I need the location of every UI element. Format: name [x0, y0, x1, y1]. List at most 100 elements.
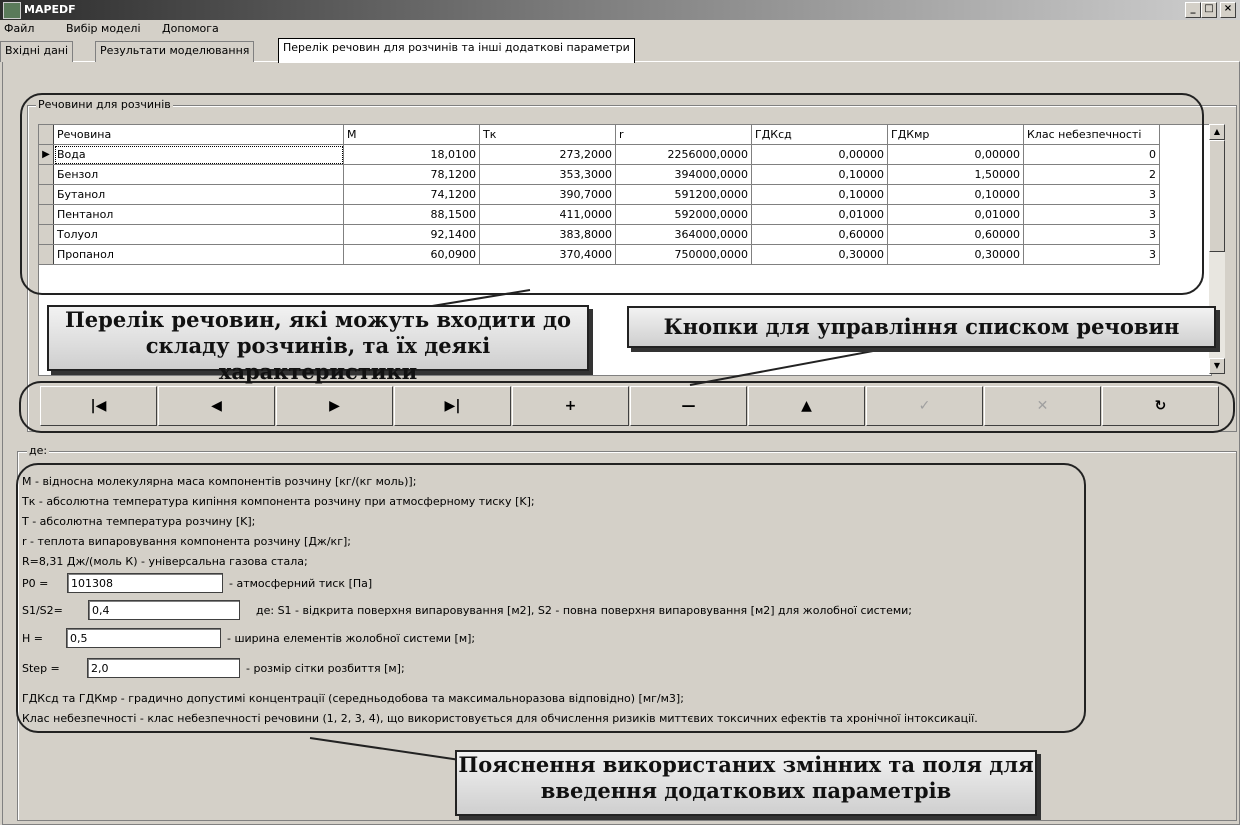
grid-cell[interactable]: 591200,0000 [615, 184, 752, 205]
col-header-m[interactable]: M [343, 125, 480, 145]
s1s2-desc: де: S1 - відкрита поверхня випаровування… [256, 604, 913, 617]
edit-record-button[interactable]: ▲ [748, 386, 865, 426]
grid-cell[interactable]: 2 [1023, 164, 1160, 185]
grid-cell[interactable]: 0,10000 [887, 184, 1024, 205]
grid-cell[interactable]: 0,10000 [751, 164, 888, 185]
grid-cell[interactable]: 18,0100 [343, 144, 480, 165]
row-indicator[interactable] [39, 164, 54, 185]
col-header-substance[interactable]: Речовина [53, 125, 344, 145]
scroll-down-icon[interactable]: ▼ [1209, 358, 1225, 374]
desc-tk: Тк - абсолютна температура кипіння компо… [22, 495, 535, 508]
grid-cell[interactable]: 3 [1023, 244, 1160, 265]
step-desc: - розмір сітки розбиття [м]; [246, 662, 405, 675]
table-row[interactable]: Бензол 78,1200 353,3000 394000,0000 0,10… [39, 164, 1160, 185]
grid-cell[interactable]: 0,10000 [751, 184, 888, 205]
app-icon [3, 2, 21, 19]
grid-cell[interactable]: 0,60000 [751, 224, 888, 245]
grid-cell[interactable]: Пропанол [53, 244, 344, 265]
grid-cell[interactable]: 74,1200 [343, 184, 480, 205]
grid-cell[interactable]: 0,60000 [887, 224, 1024, 245]
grid-cell[interactable]: Толуол [53, 224, 344, 245]
grid-cell[interactable]: 364000,0000 [615, 224, 752, 245]
row-indicator[interactable] [39, 204, 54, 225]
col-header-hazard-class[interactable]: Клас небезпечності [1023, 125, 1160, 145]
db-navigator: |◀ ◀ ▶ ▶| + — ▲ ✓ ✕ ↻ [38, 386, 1224, 426]
tab-substances[interactable]: Перелік речовин для розчинів та інші дод… [278, 38, 635, 63]
grid-cell[interactable]: 60,0900 [343, 244, 480, 265]
table-row[interactable]: Толуол 92,1400 383,8000 364000,0000 0,60… [39, 224, 1160, 245]
row-indicator-icon: ▶ [39, 144, 54, 165]
grid-cell[interactable]: 370,4000 [479, 244, 616, 265]
grid-cell[interactable]: 3 [1023, 204, 1160, 225]
col-header-r[interactable]: r [615, 125, 752, 145]
grid-cell[interactable]: 411,0000 [479, 204, 616, 225]
post-record-button[interactable]: ✓ [866, 386, 983, 426]
grid-cell[interactable]: 273,2000 [479, 144, 616, 165]
step-input[interactable]: 2,0 [87, 658, 240, 678]
grid-cell[interactable]: 0,30000 [887, 244, 1024, 265]
desc-r: r - теплота випаровування компонента роз… [22, 535, 351, 548]
last-record-button[interactable]: ▶| [394, 386, 511, 426]
maximize-button[interactable]: □ [1201, 2, 1217, 18]
grid-cell[interactable]: Пентанол [53, 204, 344, 225]
s1s2-input[interactable]: 0,4 [88, 600, 240, 620]
grid-cell[interactable]: 0,01000 [887, 204, 1024, 225]
grid-cell[interactable]: 0,01000 [751, 204, 888, 225]
table-row[interactable]: Пентанол 88,1500 411,0000 592000,0000 0,… [39, 204, 1160, 225]
tab-results[interactable]: Результати моделювання [95, 41, 255, 62]
grid-cell[interactable]: 3 [1023, 224, 1160, 245]
grid-cell[interactable]: 0,00000 [887, 144, 1024, 165]
menu-help[interactable]: Допомога [162, 22, 219, 35]
table-row[interactable]: ▶ Вода 18,0100 273,2000 2256000,0000 0,0… [39, 144, 1160, 165]
refresh-button[interactable]: ↻ [1102, 386, 1219, 426]
grid-cell[interactable]: 750000,0000 [615, 244, 752, 265]
scroll-up-icon[interactable]: ▲ [1209, 124, 1225, 140]
grid-cell[interactable]: Бутанол [53, 184, 344, 205]
grid-cell[interactable]: 88,1500 [343, 204, 480, 225]
row-indicator[interactable] [39, 184, 54, 205]
row-indicator[interactable] [39, 244, 54, 265]
first-record-button[interactable]: |◀ [40, 386, 157, 426]
table-row[interactable]: Бутанол 74,1200 390,7000 591200,0000 0,1… [39, 184, 1160, 205]
col-header-gdksd[interactable]: ГДКсд [751, 125, 888, 145]
grid-cell[interactable]: 390,7000 [479, 184, 616, 205]
next-record-button[interactable]: ▶ [276, 386, 393, 426]
table-row[interactable]: Пропанол 60,0900 370,4000 750000,0000 0,… [39, 244, 1160, 265]
h-input[interactable]: 0,5 [66, 628, 221, 648]
grid-cell[interactable]: Бензол [53, 164, 344, 185]
s1s2-label: S1/S2= [22, 604, 63, 617]
grid-header-row: Речовина M Тк r ГДКсд ГДКмр Клас небезпе… [39, 125, 1160, 145]
grid-cell[interactable]: 592000,0000 [615, 204, 752, 225]
col-header-tk[interactable]: Тк [479, 125, 616, 145]
grid-cell[interactable]: 2256000,0000 [615, 144, 752, 165]
delete-record-button[interactable]: — [630, 386, 747, 426]
p0-input[interactable]: 101308 [67, 573, 223, 593]
row-indicator[interactable] [39, 224, 54, 245]
grid-cell[interactable]: 353,3000 [479, 164, 616, 185]
tab-input[interactable]: Вхідні дані [0, 41, 74, 62]
grid-cell[interactable]: 78,1200 [343, 164, 480, 185]
grid-cell[interactable]: Вода [53, 144, 344, 165]
grid-cell[interactable]: 383,8000 [479, 224, 616, 245]
minimize-button[interactable]: _ [1185, 2, 1201, 18]
scroll-thumb[interactable] [1209, 140, 1225, 252]
col-header-gdkmr[interactable]: ГДКмр [887, 125, 1024, 145]
close-button[interactable]: × [1220, 2, 1236, 18]
grid-cell[interactable]: 3 [1023, 184, 1160, 205]
menu-model[interactable]: Вибір моделі [66, 22, 141, 35]
menu-file[interactable]: Файл [4, 22, 34, 35]
grid-cell[interactable]: 394000,0000 [615, 164, 752, 185]
desc-hazard-class: Клас небезпечності - клас небезпечності … [22, 712, 978, 725]
insert-record-button[interactable]: + [512, 386, 629, 426]
desc-t: T - абсолютна температура розчину [K]; [22, 515, 256, 528]
grid-cell[interactable]: 0,30000 [751, 244, 888, 265]
cancel-record-button[interactable]: ✕ [984, 386, 1101, 426]
grid-cell[interactable]: 0 [1023, 144, 1160, 165]
substances-group-label: Речовини для розчинів [36, 98, 173, 111]
title-bar: MAPEDF _ □ × [0, 0, 1240, 20]
grid-cell[interactable]: 92,1400 [343, 224, 480, 245]
prior-record-button[interactable]: ◀ [158, 386, 275, 426]
step-label: Step = [22, 662, 60, 675]
grid-cell[interactable]: 0,00000 [751, 144, 888, 165]
grid-cell[interactable]: 1,50000 [887, 164, 1024, 185]
